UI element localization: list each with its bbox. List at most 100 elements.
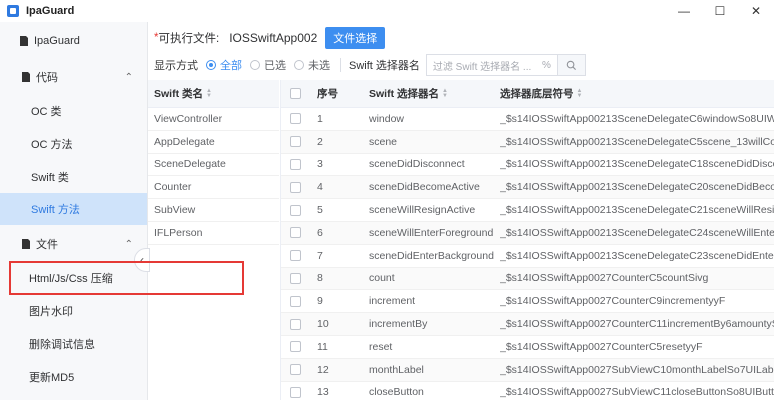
radio-label: 已选 bbox=[264, 60, 286, 72]
selector-table-header: 序号 Swift 选择器名 ▲ ▼ 选择器底层符号 ▲ ▼ bbox=[281, 80, 774, 108]
search-input[interactable]: 过滤 Swift 选择器名 ... % bbox=[425, 54, 558, 76]
row-checkbox[interactable] bbox=[290, 313, 304, 335]
table-row[interactable]: 4 sceneDidBecomeActive _$s14IOSSwiftApp002… bbox=[281, 176, 774, 200]
document-icon bbox=[20, 238, 32, 250]
row-checkbox[interactable] bbox=[290, 382, 304, 400]
row-index: 3 bbox=[317, 158, 323, 171]
sort-icon[interactable]: ▲ ▼ bbox=[442, 88, 448, 99]
row-symbol: _$s14IOSSwiftApp00213SceneDelegateC5scen… bbox=[500, 135, 774, 148]
table-row[interactable]: 3 sceneDidDisconnect _$s14IOSSwiftApp00213… bbox=[281, 154, 774, 177]
select-all-checkbox[interactable] bbox=[290, 80, 304, 107]
row-checkbox[interactable] bbox=[290, 108, 304, 130]
table-row[interactable]: 12 monthLabel _$s14IOSSwiftApp0027SubViewC… bbox=[281, 358, 774, 382]
table-row[interactable]: ViewController bbox=[148, 108, 279, 131]
sort-icon[interactable]: ▲ ▼ bbox=[577, 88, 583, 99]
class-table: Swift 类名 ▲ ▼ ViewController AppDelegate Sce… bbox=[148, 80, 279, 245]
sidebar-group-file[interactable]: 文件 ⌃ bbox=[0, 232, 147, 256]
table-row[interactable]: SubView bbox=[148, 199, 279, 222]
row-checkbox[interactable] bbox=[290, 336, 304, 358]
row-symbol: _$s14IOSSwiftApp0027CounterC5countSivg bbox=[500, 272, 709, 285]
table-row[interactable]: 11 reset _$s14IOSSwiftApp0027CounterC5rese… bbox=[281, 336, 774, 359]
table-row[interactable]: 1 window _$s14IOSSwiftApp00213SceneDelegat… bbox=[281, 108, 774, 131]
sidebar-item-swift-method[interactable]: Swift 方法 bbox=[0, 193, 147, 225]
checkbox-box bbox=[290, 227, 301, 239]
row-symbol: _$s14IOSSwiftApp00213SceneDelegateC24sce… bbox=[500, 226, 774, 239]
sidebar-item-image-watermark[interactable]: 图片水印 bbox=[0, 300, 147, 322]
table-row[interactable]: 7 sceneDidEnterBackground _$s14IOSSwiftApp… bbox=[281, 245, 774, 268]
row-checkbox[interactable] bbox=[290, 154, 304, 176]
table-row[interactable]: 6 sceneWillEnterForeground _$s14IOSSwiftAp… bbox=[281, 221, 774, 245]
radio-all[interactable]: 全部 bbox=[206, 57, 242, 73]
row-index: 8 bbox=[317, 272, 323, 285]
exe-label: 可执行文件: bbox=[158, 33, 220, 45]
row-index: 11 bbox=[317, 340, 328, 353]
class-table-header[interactable]: Swift 类名 ▲ ▼ bbox=[148, 80, 279, 108]
filter-row: 显示方式 全部 已选 未选 Swift 选择器名 过滤 Swift 选择器名 .… bbox=[154, 54, 586, 76]
row-symbol: _$s14IOSSwiftApp00213SceneDelegateC21sce… bbox=[500, 204, 774, 217]
sidebar-item-oc-class[interactable]: OC 类 bbox=[0, 100, 147, 122]
checkbox-box bbox=[290, 364, 301, 376]
row-symbol: _$s14IOSSwiftApp0027CounterC9incrementyy… bbox=[500, 295, 726, 308]
row-selector-name: scene bbox=[369, 135, 398, 148]
table-row[interactable]: 13 closeButton _$s14IOSSwiftApp0027SubView… bbox=[281, 382, 774, 400]
minimize-button[interactable]: — bbox=[666, 0, 702, 22]
column-header-symbol[interactable]: 选择器底层符号 ▲ ▼ bbox=[500, 80, 774, 107]
search-button[interactable] bbox=[557, 54, 586, 76]
document-icon bbox=[20, 71, 32, 83]
table-row[interactable]: 10 incrementBy _$s14IOSSwiftApp0027Counter… bbox=[281, 313, 774, 336]
exe-name: IOSSwiftApp002 bbox=[229, 31, 318, 45]
checkbox-box bbox=[290, 136, 301, 148]
column-header-index: 序号 bbox=[317, 88, 338, 100]
row-checkbox[interactable] bbox=[290, 268, 304, 290]
row-selector-name: incrementBy bbox=[369, 318, 428, 331]
checkbox-box bbox=[290, 295, 301, 307]
row-selector-name: increment bbox=[369, 295, 416, 308]
row-checkbox[interactable] bbox=[290, 222, 304, 244]
table-row[interactable]: 9 increment _$s14IOSSwiftApp0027CounterC9i… bbox=[281, 290, 774, 314]
row-checkbox[interactable] bbox=[290, 176, 304, 198]
table-row[interactable]: 8 count _$s14IOSSwiftApp0027CounterC5count… bbox=[281, 267, 774, 291]
checkbox-box bbox=[290, 318, 301, 330]
selector-table: 序号 Swift 选择器名 ▲ ▼ 选择器底层符号 ▲ ▼ 1 window _$s14… bbox=[280, 80, 774, 400]
sidebar-item-update-md5[interactable]: 更新MD5 bbox=[0, 366, 147, 388]
radio-selected[interactable]: 已选 bbox=[250, 57, 286, 73]
table-row[interactable]: AppDelegate bbox=[148, 131, 279, 154]
search-placeholder: 过滤 Swift 选择器名 ... bbox=[432, 61, 532, 73]
sidebar-item-swift-class[interactable]: Swift 类 bbox=[0, 166, 147, 188]
sidebar-item-ipaguard[interactable]: IpaGuard bbox=[0, 30, 147, 52]
row-index: 5 bbox=[317, 204, 323, 217]
row-symbol: _$s14IOSSwiftApp0027CounterC5resetyyF bbox=[500, 340, 703, 353]
search-icon bbox=[566, 60, 576, 70]
table-row[interactable]: Counter bbox=[148, 176, 279, 200]
sidebar-item-oc-method[interactable]: OC 方法 bbox=[0, 133, 147, 155]
checkbox-box bbox=[290, 158, 301, 170]
row-checkbox[interactable] bbox=[290, 290, 304, 312]
row-selector-name: window bbox=[369, 112, 405, 125]
file-select-button[interactable]: 文件选择 bbox=[325, 27, 386, 49]
maximize-button[interactable]: ☐ bbox=[702, 0, 738, 22]
sidebar-item-remove-debug-info[interactable]: 删除调试信息 bbox=[0, 333, 147, 355]
close-button[interactable]: ✕ bbox=[738, 0, 774, 22]
row-checkbox[interactable] bbox=[290, 359, 304, 381]
sidebar-group-code[interactable]: 代码 ⌃ bbox=[0, 65, 147, 89]
app-logo-icon bbox=[6, 4, 20, 18]
sort-icon[interactable]: ▲ ▼ bbox=[206, 88, 212, 99]
row-selector-name: sceneWillResignActive bbox=[369, 204, 476, 217]
table-row[interactable]: 2 scene _$s14IOSSwiftApp00213SceneDelegate… bbox=[281, 130, 774, 154]
row-checkbox[interactable] bbox=[290, 131, 304, 153]
table-row[interactable]: SceneDelegate bbox=[148, 154, 279, 177]
row-checkbox[interactable] bbox=[290, 245, 304, 267]
display-mode-label: 显示方式 bbox=[154, 60, 198, 72]
file-row: * 可执行文件: IOSSwiftApp002 文件选择 bbox=[154, 26, 386, 50]
row-index: 12 bbox=[317, 363, 329, 376]
column-header-class-name: Swift 类名 bbox=[154, 88, 203, 100]
row-symbol: _$s14IOSSwiftApp00213SceneDelegateC18sce… bbox=[500, 158, 774, 171]
column-header-selector-name[interactable]: Swift 选择器名 ▲ ▼ bbox=[369, 80, 494, 107]
table-row[interactable]: 5 sceneWillResignActive _$s14IOSSwiftApp00… bbox=[281, 199, 774, 222]
row-checkbox[interactable] bbox=[290, 199, 304, 221]
document-icon bbox=[18, 35, 30, 47]
table-row[interactable]: IFLPerson bbox=[148, 222, 279, 245]
clear-icon[interactable]: % bbox=[542, 60, 551, 71]
radio-unselected[interactable]: 未选 bbox=[294, 57, 330, 73]
checkbox-box bbox=[290, 250, 301, 262]
